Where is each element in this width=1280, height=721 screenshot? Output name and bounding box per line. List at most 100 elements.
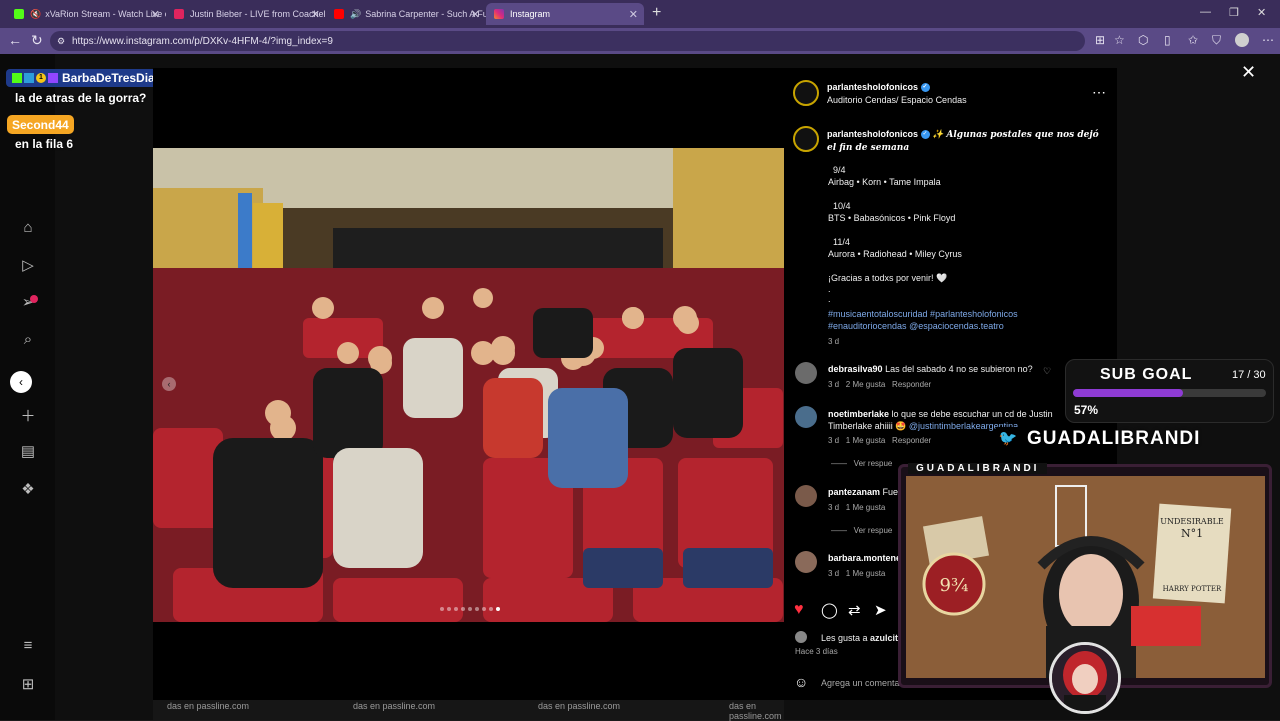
carousel-prev-button[interactable]: ‹ xyxy=(162,377,176,391)
repost-icon[interactable]: ⇄ xyxy=(848,601,861,619)
menu-icon[interactable]: ≡ xyxy=(18,637,38,654)
commenter-avatar[interactable] xyxy=(795,362,817,384)
close-icon[interactable]: ✕ xyxy=(151,8,160,21)
caption-author-avatar[interactable] xyxy=(793,126,819,152)
carousel-dot[interactable] xyxy=(489,607,493,611)
carousel-dot[interactable] xyxy=(482,607,486,611)
author-avatar[interactable] xyxy=(793,80,819,106)
comment-username[interactable]: debrasilva90 xyxy=(828,364,883,374)
new-tab-button[interactable]: + xyxy=(652,4,661,22)
carousel-dot[interactable] xyxy=(440,607,444,611)
comment-username[interactable]: pantezanam xyxy=(828,487,880,497)
profile-avatar[interactable] xyxy=(1235,33,1249,47)
minimize-icon[interactable]: — xyxy=(1200,6,1211,18)
shield-icon[interactable]: ⛉ xyxy=(1212,33,1221,48)
commenter-avatar[interactable] xyxy=(795,406,817,428)
comment-username[interactable]: noetimberlake xyxy=(828,409,889,419)
view-replies[interactable]: —— Ver respue xyxy=(831,459,892,468)
carousel-dot[interactable] xyxy=(496,607,500,611)
mention-link[interactable]: @justintimberlakearg xyxy=(909,421,994,431)
like-comment-icon[interactable]: ♡ xyxy=(1043,366,1051,377)
comment-likes[interactable]: 2 Me gusta xyxy=(846,380,886,389)
restore-icon[interactable]: ❐ xyxy=(1229,6,1239,19)
likes-summary[interactable]: Les gusta a azulcit xyxy=(821,633,898,643)
more-options-icon[interactable]: ⋯ xyxy=(1092,84,1106,101)
twitter-handle-overlay: 🐦 GUADALIBRANDI xyxy=(995,427,1200,451)
carousel-dot[interactable] xyxy=(454,607,458,611)
site-info-icon[interactable]: ⚙ xyxy=(57,36,65,47)
reels-icon[interactable]: ▷ xyxy=(18,256,38,274)
heart-icon[interactable]: ♥ xyxy=(794,601,804,619)
close-post-icon[interactable]: ✕ xyxy=(1241,62,1256,83)
apps-icon[interactable]: ⊞ xyxy=(1095,33,1105,47)
comment-username[interactable]: barbara.montene xyxy=(828,553,901,563)
tab-justin-bieber[interactable]: Justin Bieber - LIVE from Coachella ✕ xyxy=(166,3,326,25)
tab-sabrina-carpenter[interactable]: 🔊 Sabrina Carpenter - Such A Fu... ✕ xyxy=(326,3,486,25)
post-photo[interactable] xyxy=(153,148,784,622)
ticker-text: das en passline.com xyxy=(538,701,621,711)
carousel-dot[interactable] xyxy=(475,607,479,611)
close-icon[interactable]: ✕ xyxy=(629,8,638,21)
likes-prefix: Les gusta a xyxy=(821,633,871,643)
theater-audience-photo xyxy=(153,148,784,622)
author-username[interactable]: parlantesholofonicos xyxy=(827,82,918,92)
comment-likes[interactable]: 1 Me gusta xyxy=(846,503,886,512)
chat-message: en la fila 6 xyxy=(15,137,74,151)
lineup-date: 10/4 xyxy=(833,201,851,211)
close-icon[interactable]: ✕ xyxy=(471,8,480,21)
comment-likes[interactable]: 1 Me gusta xyxy=(846,569,886,578)
tab-xvarion-stream[interactable]: 🔇 xVaRion Stream - Watch Live o... ✕ xyxy=(6,3,166,25)
comment: barbara.montene xyxy=(828,553,901,563)
more-apps-icon[interactable]: ⊞ xyxy=(18,675,38,693)
tab-instagram[interactable]: Instagram ✕ xyxy=(486,3,644,25)
comment-likes[interactable]: 1 Me gusta xyxy=(846,436,886,445)
comment-meta: 3 d 1 Me gusta xyxy=(828,569,885,578)
chat-message: la de atras de la gorra? xyxy=(15,91,147,105)
carousel-dot[interactable] xyxy=(461,607,465,611)
caption-author[interactable]: parlantesholofonicos xyxy=(827,129,918,139)
create-icon[interactable]: ＋ xyxy=(18,405,38,426)
webcam-name-label: GUADALIBRANDI xyxy=(908,463,1048,474)
close-icon[interactable]: ✕ xyxy=(311,8,320,21)
home-icon[interactable]: ⌂ xyxy=(18,219,38,236)
post-author-header[interactable]: parlantesholofonicos ✓ xyxy=(827,82,930,93)
split-screen-icon[interactable]: ▯ xyxy=(1164,33,1171,47)
close-window-icon[interactable]: ✕ xyxy=(1257,6,1266,19)
bookmark-star-icon[interactable]: ☆ xyxy=(1114,33,1125,47)
reload-icon[interactable]: ↻ xyxy=(31,32,43,49)
carousel-dot[interactable] xyxy=(468,607,472,611)
verified-badge-icon: ✓ xyxy=(920,83,930,93)
chevron-left-icon[interactable]: ‹ xyxy=(10,371,32,393)
kick-badge-icon xyxy=(12,73,22,83)
insights-icon[interactable]: ▤ xyxy=(18,442,38,460)
reply-button[interactable]: Responder xyxy=(892,436,931,445)
hashtag-link[interactable]: #enauditoriocendas xyxy=(828,321,907,331)
share-icon[interactable]: ➤ xyxy=(874,601,887,619)
view-replies[interactable]: —— Ver respue xyxy=(831,526,892,535)
chat-username: Second44 xyxy=(12,117,69,132)
reply-button[interactable]: Responder xyxy=(892,380,931,389)
threads-icon[interactable]: ❖ xyxy=(18,480,38,498)
youtube-icon xyxy=(174,9,184,19)
commenter-avatar[interactable] xyxy=(795,551,817,573)
favorites-icon[interactable]: ✩ xyxy=(1188,33,1198,47)
back-icon[interactable]: ← xyxy=(8,32,22,48)
liker-username[interactable]: azulcit xyxy=(870,633,898,643)
avatar-illustration xyxy=(1052,645,1118,711)
carousel-dot[interactable] xyxy=(447,607,451,611)
commenter-avatar[interactable] xyxy=(795,485,817,507)
extensions-icon[interactable]: ⬡ xyxy=(1138,33,1148,47)
post-location[interactable]: Auditorio Cendas/ Espacio Cendas xyxy=(827,95,967,105)
caption-dot: . xyxy=(828,294,831,304)
hashtags[interactable]: #musicaentotaloscuridad #parlantesholofo… xyxy=(828,309,1018,319)
search-icon[interactable]: ⌕ xyxy=(18,331,38,348)
speaker-muted-icon[interactable]: 🔇 xyxy=(30,9,41,20)
emoji-icon[interactable]: ☺ xyxy=(794,674,808,690)
url-bar[interactable]: ⚙ https://www.instagram.com/p/DXKv-4HFM-… xyxy=(50,31,1085,51)
more-menu-icon[interactable]: ⋯ xyxy=(1262,33,1274,47)
speaker-icon[interactable]: 🔊 xyxy=(350,9,361,20)
comment-icon[interactable]: ◯ xyxy=(821,601,838,619)
mention-link[interactable]: @espaciocendas.teatro xyxy=(909,321,1004,331)
ticker-text: das en passline.com xyxy=(353,701,436,711)
rank-badge-icon: 1 xyxy=(36,73,46,83)
